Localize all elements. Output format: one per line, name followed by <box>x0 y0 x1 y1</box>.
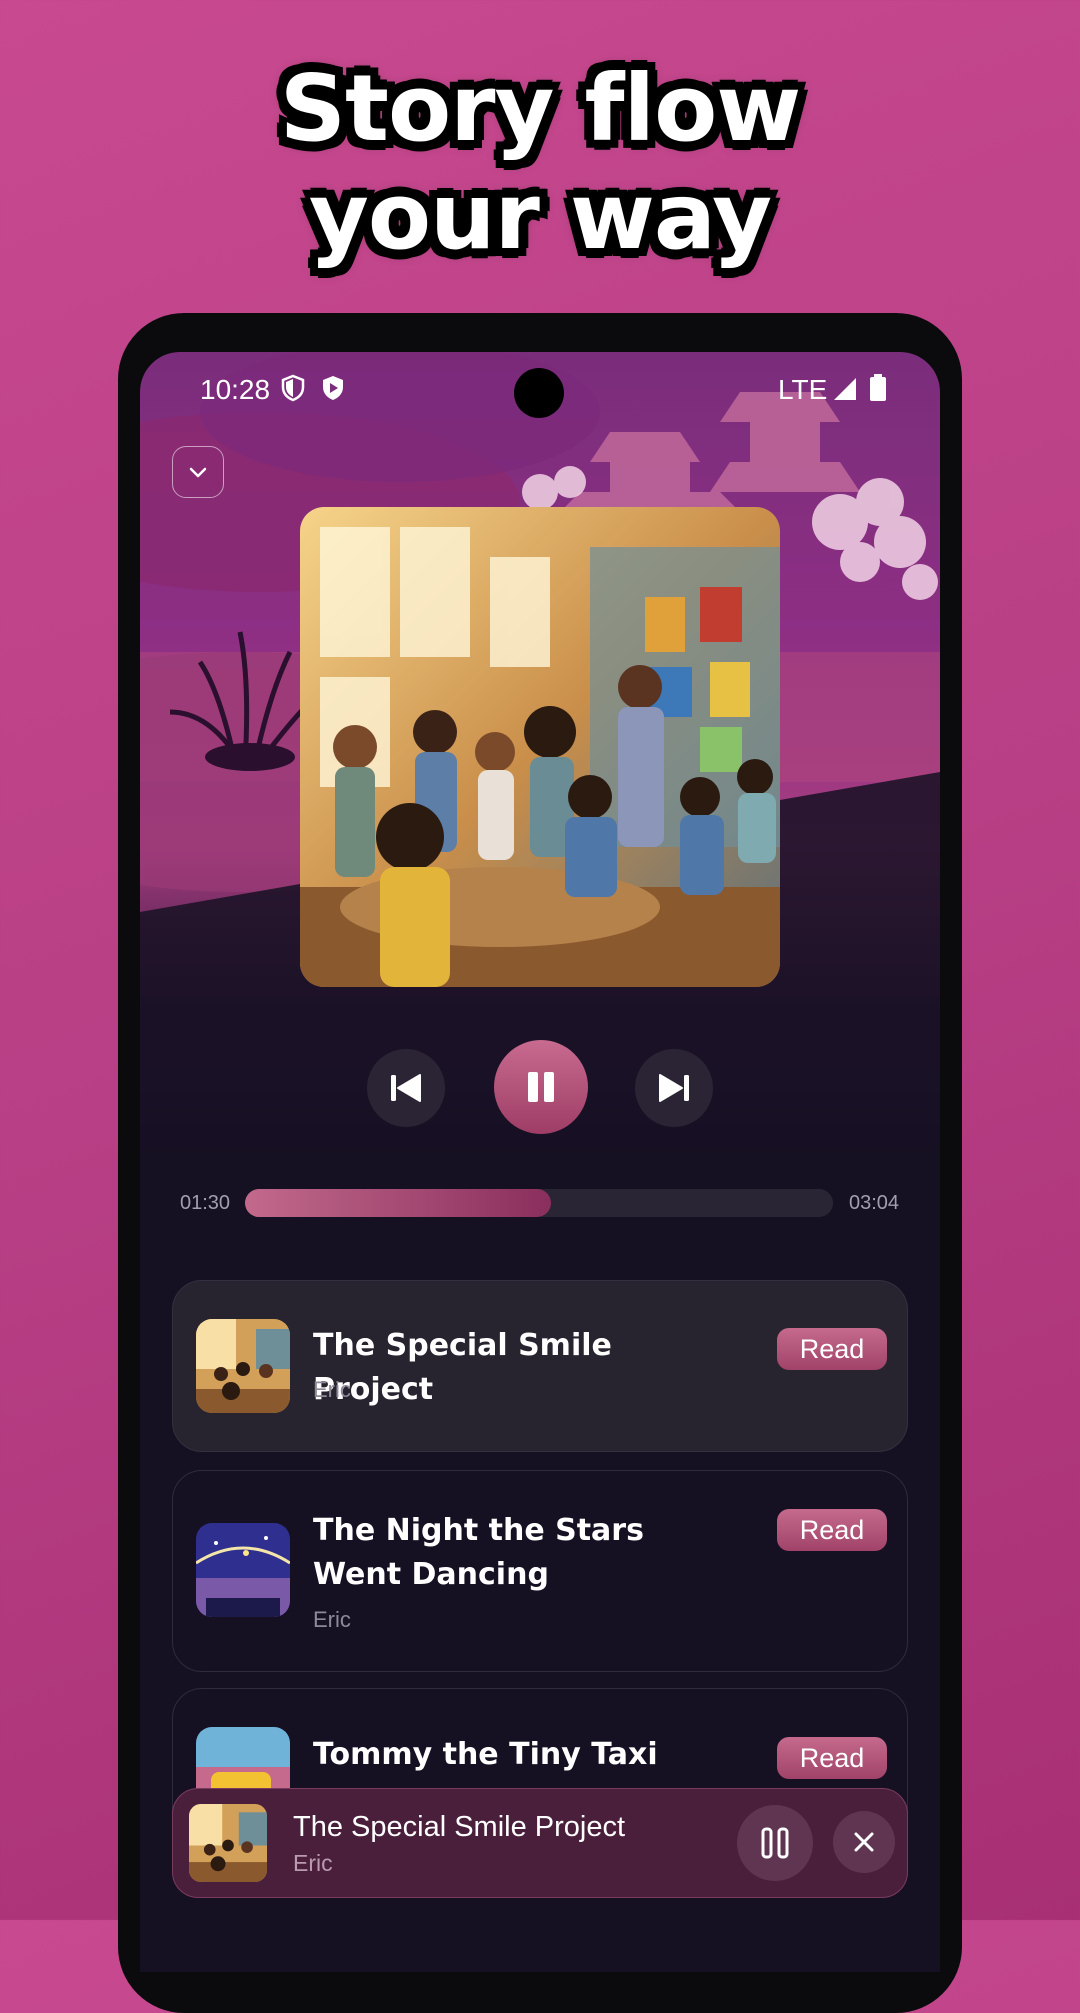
read-button[interactable]: Read <box>777 1328 887 1370</box>
story-title: The Night the Stars Went Dancing <box>313 1513 644 1592</box>
read-button[interactable]: Read <box>777 1509 887 1551</box>
clock: 10:28 <box>200 374 271 405</box>
shield-outline-icon <box>280 374 306 402</box>
network-type: LTE <box>778 374 828 405</box>
mini-pause-button[interactable] <box>737 1805 813 1881</box>
close-icon <box>854 1832 874 1852</box>
mini-player-author: Eric <box>293 1850 333 1876</box>
pause-icon <box>761 1827 789 1859</box>
skip-next-icon <box>659 1074 689 1102</box>
progress-fill <box>245 1189 551 1217</box>
story-title: Tommy the Tiny Taxi <box>313 1737 658 1772</box>
pause-button[interactable] <box>494 1040 588 1134</box>
shield-play-icon <box>320 374 346 402</box>
read-button[interactable]: Read <box>777 1737 887 1779</box>
chevron-down-icon <box>189 467 207 478</box>
close-button[interactable] <box>833 1811 895 1873</box>
progress-slider[interactable] <box>245 1189 833 1217</box>
mini-player-title: The Special Smile Project <box>293 1811 626 1843</box>
collapse-button[interactable] <box>172 446 224 498</box>
pause-icon <box>528 1072 554 1102</box>
mini-player-thumbnail <box>189 1804 267 1882</box>
story-title: The Special Smile Project <box>313 1328 612 1407</box>
signal-icon <box>832 374 858 402</box>
total-time: 03:04 <box>849 1192 900 1214</box>
current-time: 01:30 <box>180 1192 231 1214</box>
story-thumbnail <box>196 1319 290 1413</box>
story-card[interactable]: The Night the Stars Went Dancing Eric Re… <box>172 1470 908 1672</box>
story-thumbnail <box>196 1523 290 1617</box>
battery-icon <box>868 374 894 402</box>
front-camera <box>514 368 564 418</box>
next-button[interactable] <box>635 1049 713 1127</box>
previous-button[interactable] <box>367 1049 445 1127</box>
story-author: Eric <box>313 1377 351 1402</box>
story-card[interactable]: The Special Smile Project Eric Read <box>172 1280 908 1452</box>
story-author: Eric <box>313 1607 351 1632</box>
headline: Story flow your way <box>0 55 1080 271</box>
story-cover-art <box>300 507 780 987</box>
mini-player[interactable]: The Special Smile Project Eric <box>172 1788 908 1898</box>
app-screen: 10:28 LTE 01:30 03:04 The Special Smile … <box>140 352 940 1972</box>
headline-line-2: your way <box>308 163 772 270</box>
skip-previous-icon <box>391 1074 421 1102</box>
headline-line-1: Story flow <box>279 55 802 162</box>
status-bar: 10:28 LTE <box>140 352 940 422</box>
